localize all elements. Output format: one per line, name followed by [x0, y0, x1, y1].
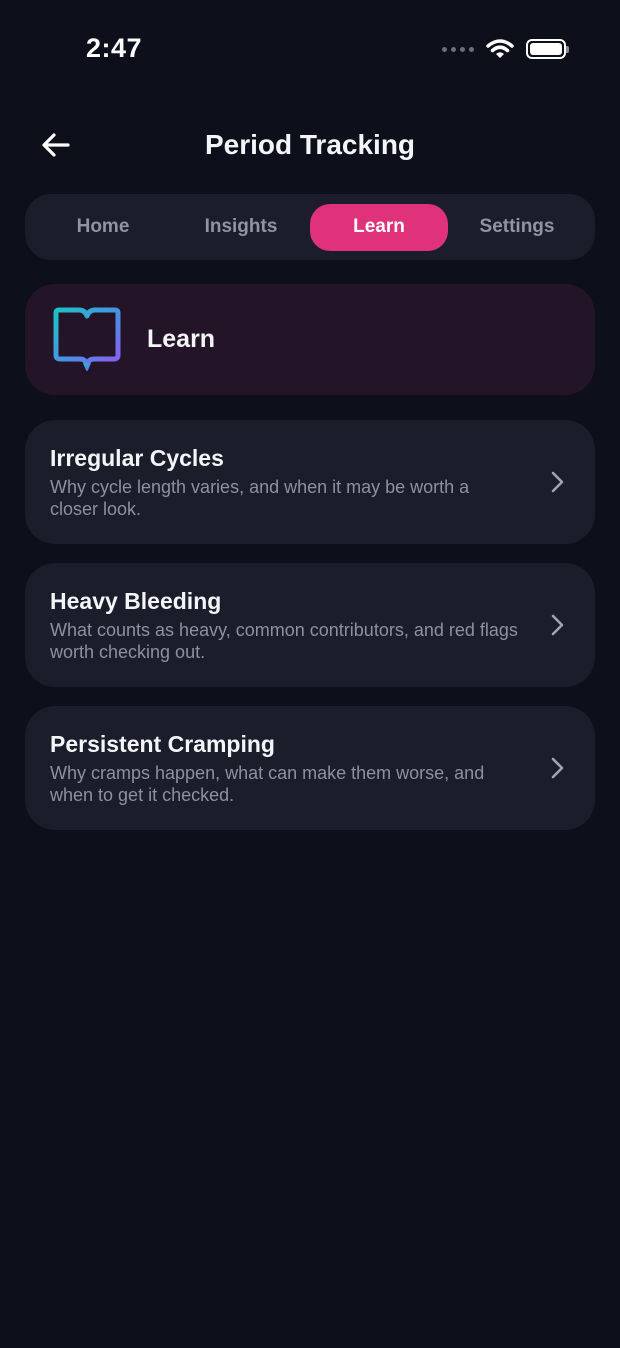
learn-header-card: Learn	[25, 284, 595, 395]
learn-header-title: Learn	[147, 325, 216, 353]
open-book-icon	[53, 307, 121, 371]
page-title: Period Tracking	[204, 129, 416, 160]
tab-insights[interactable]: Insights	[172, 204, 310, 251]
battery-icon	[526, 39, 569, 59]
article-title: Heavy Bleeding	[50, 588, 222, 614]
status-indicators	[442, 38, 569, 60]
tab-bar: Home Insights Learn Settings	[25, 194, 595, 260]
article-title: Irregular Cycles	[50, 445, 224, 471]
chevron-right-icon	[551, 757, 564, 779]
header: Period Tracking	[0, 115, 620, 175]
status-time: 2:47	[86, 33, 143, 63]
tab-home[interactable]: Home	[34, 204, 172, 251]
article-description: What counts as heavy, common contributor…	[50, 620, 518, 662]
tab-settings[interactable]: Settings	[448, 204, 586, 251]
chevron-right-icon	[551, 471, 564, 493]
article-card-irregular-cycles[interactable]: Irregular Cycles Why cycle length varies…	[25, 420, 595, 544]
article-description: Why cramps happen, what can make them wo…	[50, 763, 485, 805]
article-card-persistent-cramping[interactable]: Persistent Cramping Why cramps happen, w…	[25, 706, 595, 830]
tab-learn[interactable]: Learn	[310, 203, 448, 251]
article-card-heavy-bleeding[interactable]: Heavy Bleeding What counts as heavy, com…	[25, 563, 595, 687]
status-bar: 2:47	[0, 0, 620, 100]
screen: 2:47 Period Tracking Home Insights Learn…	[0, 0, 620, 1348]
article-description: Why cycle length varies, and when it may…	[50, 477, 470, 519]
wifi-icon	[486, 39, 514, 58]
cellular-signal-icon	[442, 46, 474, 52]
article-title: Persistent Cramping	[50, 731, 275, 757]
chevron-right-icon	[551, 614, 564, 636]
